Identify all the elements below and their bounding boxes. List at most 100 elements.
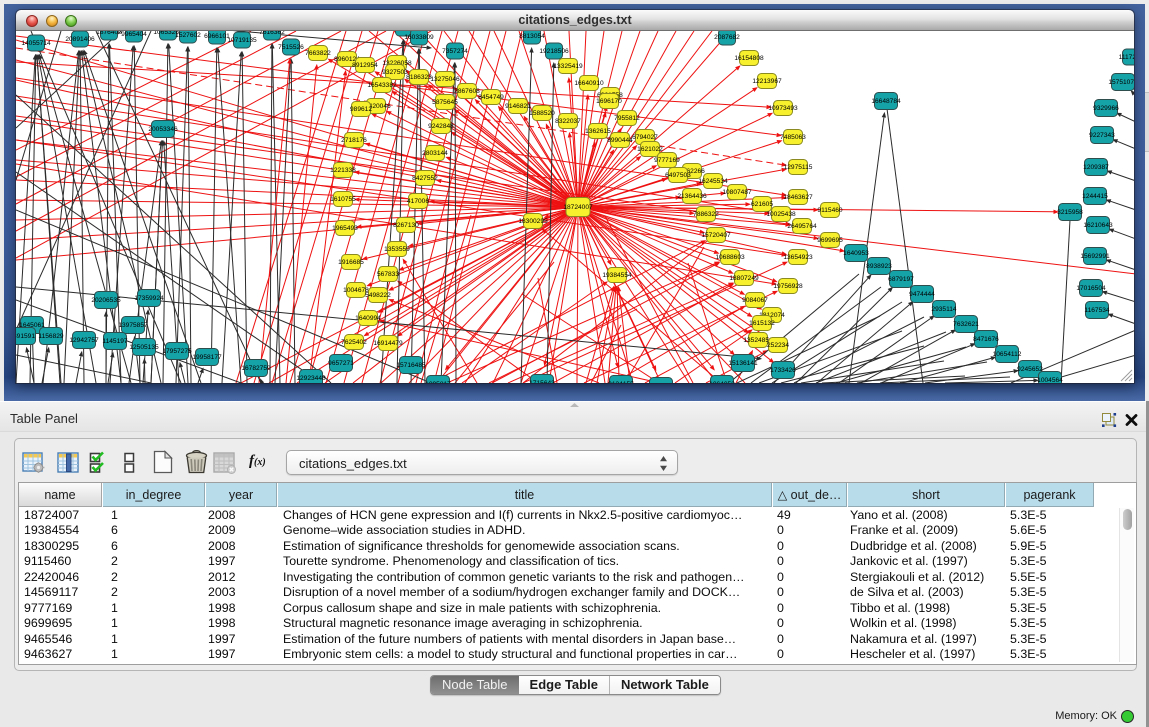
svg-text:7632621: 7632621	[953, 321, 979, 328]
svg-text:8990444: 8990444	[607, 137, 633, 144]
svg-text:19218506: 19218506	[539, 48, 569, 55]
svg-text:8813054: 8813054	[519, 33, 545, 40]
svg-text:3215958: 3215958	[1057, 209, 1083, 216]
svg-text:15692991: 15692991	[1080, 253, 1110, 260]
svg-text:9699695: 9699695	[817, 237, 843, 244]
svg-text:15720407: 15720407	[701, 232, 731, 239]
svg-text:6794027: 6794027	[632, 134, 658, 141]
svg-text:8471676: 8471676	[973, 336, 999, 343]
svg-text:567833: 567833	[377, 271, 399, 278]
svg-text:12213967: 12213967	[752, 78, 782, 85]
svg-text:9474444: 9474444	[909, 291, 935, 298]
svg-text:17016504: 17016504	[1076, 285, 1106, 292]
svg-text:18463627: 18463627	[783, 194, 813, 201]
svg-text:19958177: 19958177	[192, 354, 222, 361]
svg-text:1588520: 1588520	[529, 110, 555, 117]
svg-text:10654112: 10654112	[993, 351, 1022, 358]
svg-text:9242848: 9242848	[428, 123, 454, 130]
svg-text:2087682: 2087682	[714, 34, 740, 41]
svg-text:9084067: 9084067	[742, 297, 768, 304]
svg-text:9134155: 9134155	[608, 381, 634, 383]
svg-text:9327503: 9327503	[382, 69, 408, 76]
svg-text:12923448: 12923448	[296, 375, 326, 382]
svg-text:10688603: 10688603	[715, 254, 745, 261]
svg-text:1916685: 1916685	[338, 259, 364, 266]
svg-text:9965404: 9965404	[121, 31, 147, 38]
svg-text:13975857: 13975857	[118, 322, 148, 329]
svg-text:7663822: 7663822	[305, 50, 331, 57]
svg-text:21364436: 21364436	[677, 193, 707, 200]
svg-text:16210643: 16210643	[1083, 222, 1113, 229]
svg-text:1640953: 1640953	[843, 250, 869, 257]
svg-text:1876400: 1876400	[96, 31, 122, 36]
svg-text:6879197: 6879197	[888, 276, 914, 283]
svg-text:13325419: 13325419	[553, 63, 583, 70]
svg-text:1965493: 1965493	[332, 225, 358, 232]
svg-text:9115460: 9115460	[817, 207, 843, 214]
svg-text:6497503: 6497503	[665, 172, 691, 179]
svg-text:1621022: 1621022	[637, 146, 663, 153]
svg-text:7515526: 7515526	[278, 44, 304, 51]
svg-text:1527602: 1527602	[175, 32, 201, 39]
svg-text:6966101: 6966101	[204, 33, 230, 40]
svg-text:1145197: 1145197	[102, 338, 128, 345]
svg-text:9777169: 9777169	[654, 157, 680, 164]
svg-text:8322037: 8322037	[555, 118, 581, 125]
svg-text:391591: 391591	[16, 333, 35, 340]
svg-text:18300295: 18300295	[518, 218, 548, 225]
svg-text:1064052: 1064052	[709, 381, 735, 383]
svg-text:9245652: 9245652	[1017, 366, 1043, 373]
svg-text:8454749: 8454749	[478, 94, 504, 101]
svg-text:12505135: 12505135	[129, 344, 159, 351]
svg-text:7616362: 7616362	[259, 31, 285, 36]
svg-text:2935114: 2935114	[931, 306, 957, 313]
svg-text:16543382: 16543382	[367, 82, 397, 89]
svg-text:2867608: 2867608	[454, 88, 480, 95]
svg-text:15136141: 15136141	[728, 360, 758, 367]
svg-text:2718176: 2718176	[341, 137, 367, 144]
svg-text:8912954: 8912954	[352, 62, 378, 69]
svg-text:7625402: 7625402	[341, 339, 367, 346]
svg-text:1221338: 1221338	[330, 167, 356, 174]
svg-text:1244415: 1244415	[1082, 193, 1108, 200]
svg-text:1167534: 1167534	[1084, 307, 1110, 314]
svg-text:1362615: 1362615	[585, 128, 611, 135]
svg-text:5498222: 5498222	[365, 292, 391, 299]
svg-text:9329966: 9329966	[1093, 105, 1119, 112]
svg-text:7955812: 7955812	[614, 115, 640, 122]
svg-text:1615132: 1615132	[749, 320, 775, 327]
svg-text:989612: 989612	[350, 106, 372, 113]
svg-text:12975115: 12975115	[784, 164, 813, 171]
svg-text:8938923: 8938923	[866, 263, 892, 270]
svg-text:1156829: 1156829	[38, 333, 64, 340]
svg-text:1095817: 1095817	[425, 381, 451, 383]
svg-text:9227343: 9227343	[1089, 132, 1115, 139]
svg-text:20891406: 20891406	[65, 36, 95, 43]
svg-text:10025438: 10025438	[766, 211, 796, 218]
svg-text:1715643: 1715643	[529, 380, 555, 383]
svg-text:16782759: 16782759	[241, 365, 271, 372]
svg-text:8267130: 8267130	[393, 222, 419, 229]
svg-text:7357274: 7357274	[442, 48, 468, 55]
svg-text:1004564: 1004564	[1037, 377, 1063, 383]
svg-text:19384554: 19384554	[602, 272, 632, 279]
svg-text:16154808: 16154808	[734, 55, 764, 62]
svg-text:17359924: 17359924	[134, 295, 164, 302]
svg-text:15716485: 15716485	[396, 362, 426, 369]
svg-text:1610755: 1610755	[330, 196, 356, 203]
svg-text:7886322: 7886322	[693, 211, 719, 218]
svg-text:1696170: 1696170	[596, 98, 622, 105]
svg-text:20053346: 20053346	[148, 126, 178, 133]
svg-text:17957275: 17957275	[162, 348, 192, 355]
svg-text:9657271: 9657271	[328, 360, 354, 367]
svg-text:621605: 621605	[751, 201, 773, 208]
svg-text:1733426: 1733426	[770, 367, 796, 374]
svg-text:8427552: 8427552	[412, 175, 438, 182]
svg-text:16033809: 16033809	[404, 34, 434, 41]
svg-text:1209387: 1209387	[1083, 164, 1109, 171]
svg-text:19756928: 19756928	[773, 283, 803, 290]
svg-text:26495764: 26495764	[787, 223, 817, 230]
svg-text:252234: 252234	[767, 342, 789, 349]
svg-text:14055714: 14055714	[21, 40, 51, 47]
svg-text:7485063: 7485063	[780, 134, 806, 141]
